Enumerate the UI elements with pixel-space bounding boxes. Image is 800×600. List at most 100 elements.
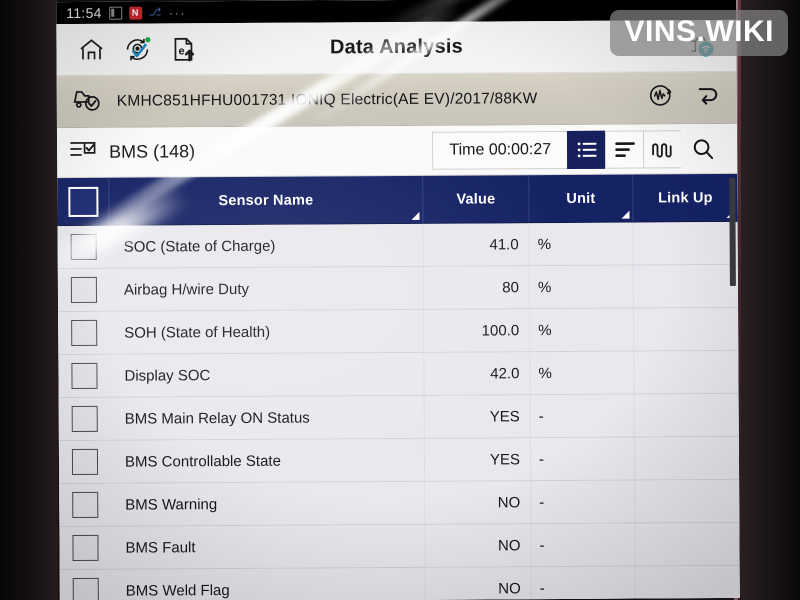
- vertical-scrollbar[interactable]: [729, 177, 736, 286]
- cell-link-up: [635, 437, 739, 480]
- graph-view-button[interactable]: [604, 130, 644, 169]
- tablet-screen: 11:54 N ⎇ ··· e Data Analysis KMHC851HFH…: [56, 0, 740, 600]
- cell-value: 100.0: [424, 309, 531, 352]
- return-arrow-icon[interactable]: [693, 81, 723, 114]
- table-row[interactable]: Airbag H/wire Duty 80%: [57, 264, 739, 313]
- cell-value: NO: [425, 524, 532, 567]
- cell-link-up: [636, 566, 740, 600]
- cell-link-up: [635, 480, 739, 523]
- waveform-view-button[interactable]: [642, 129, 682, 168]
- row-checkbox[interactable]: [70, 276, 98, 303]
- vehicle-confirmed-icon: [71, 84, 103, 119]
- module-title: BMS (148): [109, 141, 196, 162]
- cell-value: NO: [425, 567, 532, 600]
- table-row[interactable]: BMS Fault NO -: [59, 522, 740, 571]
- cell-value: 41.0: [423, 223, 530, 266]
- cell-unit: %: [529, 265, 635, 309]
- row-checkbox[interactable]: [71, 448, 99, 475]
- elapsed-time: Time 00:00:27: [432, 130, 568, 170]
- vehicle-info-bar: KMHC851HFHU001731 IONIQ Electric(AE EV)/…: [56, 71, 737, 129]
- oscilloscope-icon[interactable]: [647, 81, 675, 114]
- cell-link-up: [634, 222, 738, 265]
- cell-unit: -: [530, 437, 636, 481]
- table-row[interactable]: BMS Weld Flag NO -: [59, 565, 740, 600]
- cell-sensor-name: BMS Fault: [111, 524, 426, 569]
- cell-unit: -: [530, 394, 635, 438]
- resize-corner-icon[interactable]: [621, 210, 630, 219]
- table-row[interactable]: SOC (State of Charge) 41.0%: [57, 221, 738, 270]
- row-select-cell[interactable]: [59, 398, 111, 440]
- column-header-link-up[interactable]: Link Up: [633, 174, 737, 222]
- cell-unit: -: [531, 523, 636, 567]
- cell-link-up: [635, 394, 739, 437]
- cell-value: 42.0: [424, 352, 531, 395]
- row-select-cell[interactable]: [59, 441, 111, 483]
- select-all-checkbox[interactable]: [67, 186, 98, 217]
- vehicle-identification: KMHC851HFHU001731 IONIQ Electric(AE EV)/…: [116, 89, 538, 110]
- column-label: Sensor Name: [218, 192, 314, 209]
- cell-unit: %: [530, 308, 635, 352]
- sensor-data-table: Sensor Name Value Unit Link Up SOC (Stat…: [57, 173, 740, 600]
- cell-sensor-name: BMS Controllable State: [110, 438, 426, 483]
- row-checkbox[interactable]: [71, 362, 98, 389]
- row-select-cell[interactable]: [59, 527, 111, 569]
- column-label: Value: [456, 190, 496, 208]
- sd-card-icon: [108, 6, 122, 20]
- select-all-header[interactable]: [57, 177, 110, 226]
- row-checkbox[interactable]: [70, 233, 97, 260]
- table-row[interactable]: BMS Controllable State YES -: [58, 436, 740, 485]
- table-row[interactable]: BMS Main Relay ON Status YES -: [58, 393, 739, 442]
- cell-link-up: [635, 523, 739, 566]
- cell-sensor-name: BMS Weld Flag: [111, 567, 426, 600]
- bluetooth-icon: ⎇: [148, 5, 162, 19]
- column-header-sensor-name[interactable]: Sensor Name: [109, 175, 424, 225]
- table-header-row: Sensor Name Value Unit Link Up: [57, 173, 738, 227]
- tablet-bezel-right: [738, 0, 800, 600]
- auto-diagnosis-icon[interactable]: [114, 29, 160, 69]
- module-toolbar: BMS (148) Time 00:00:27: [56, 123, 738, 179]
- row-checkbox[interactable]: [72, 491, 99, 518]
- table-row[interactable]: SOH (State of Health) 100.0%: [58, 307, 739, 356]
- row-select-cell[interactable]: [58, 312, 110, 354]
- row-checkbox[interactable]: [72, 577, 99, 600]
- resize-corner-icon[interactable]: [411, 211, 420, 220]
- cell-sensor-name: Airbag H/wire Duty: [109, 266, 425, 311]
- cell-sensor-name: BMS Main Relay ON Status: [110, 395, 425, 440]
- export-document-icon[interactable]: e: [160, 29, 206, 69]
- row-select-cell[interactable]: [58, 269, 110, 311]
- naver-app-icon: N: [128, 6, 142, 20]
- row-select-cell[interactable]: [60, 570, 112, 600]
- row-checkbox[interactable]: [72, 534, 99, 561]
- list-view-button[interactable]: [566, 130, 606, 169]
- watermark: VINS.WIKI: [610, 10, 788, 56]
- row-checkbox[interactable]: [71, 405, 98, 432]
- row-select-cell[interactable]: [58, 226, 110, 268]
- row-checkbox[interactable]: [71, 319, 98, 346]
- column-label: Unit: [566, 190, 596, 207]
- table-body: SOC (State of Charge) 41.0% Airbag H/wire …: [57, 221, 740, 600]
- search-icon[interactable]: [681, 129, 725, 167]
- column-label: Link Up: [658, 189, 713, 206]
- cell-sensor-name: SOH (State of Health): [110, 309, 425, 354]
- status-overflow-icon: ···: [168, 4, 187, 20]
- home-icon[interactable]: [68, 29, 114, 69]
- cell-unit: %: [529, 222, 634, 266]
- cell-link-up: [634, 351, 738, 394]
- table-row[interactable]: Display SOC 42.0%: [58, 350, 739, 399]
- cell-value: YES: [424, 438, 532, 481]
- row-select-cell[interactable]: [59, 484, 111, 526]
- cell-value: 80: [423, 266, 531, 309]
- select-list-icon[interactable]: [69, 137, 97, 168]
- tablet-bezel-left: [0, 0, 58, 600]
- column-header-unit[interactable]: Unit: [529, 174, 634, 223]
- row-select-cell[interactable]: [58, 355, 110, 397]
- cell-sensor-name: BMS Warning: [111, 481, 426, 526]
- svg-text:e: e: [178, 45, 184, 57]
- cell-sensor-name: Display SOC: [110, 352, 425, 397]
- status-bar-clock: 11:54: [66, 4, 102, 22]
- table-row[interactable]: BMS Warning NO -: [59, 479, 740, 528]
- column-header-value[interactable]: Value: [423, 175, 530, 223]
- cell-link-up: [634, 265, 738, 308]
- photo-background: 11:54 N ⎇ ··· e Data Analysis KMHC851HFH…: [0, 0, 800, 600]
- cell-unit: -: [531, 480, 636, 524]
